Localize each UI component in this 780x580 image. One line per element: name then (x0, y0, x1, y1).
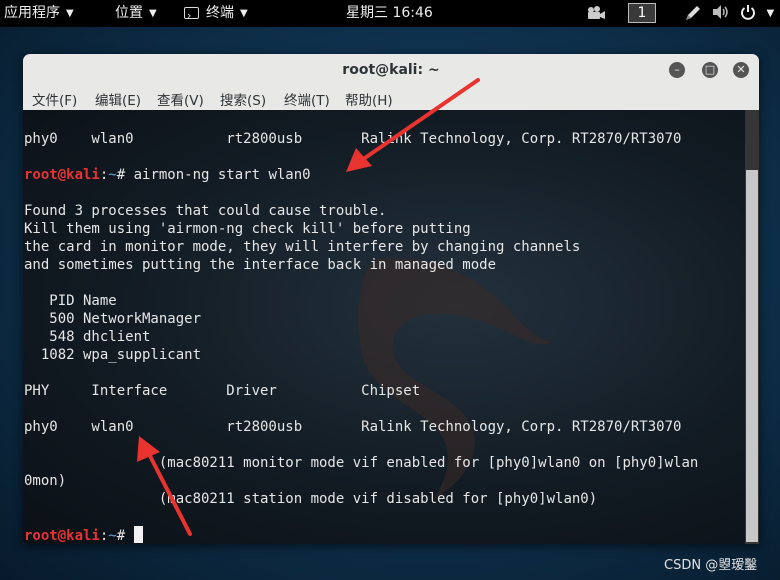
terminal-line: (mac80211 station mode vif disabled for … (24, 491, 598, 507)
prompt-user: root@kali (24, 167, 100, 183)
prompt-user: root@kali (24, 528, 100, 544)
minimize-button[interactable]: – (669, 62, 685, 78)
pen-icon[interactable] (684, 0, 702, 27)
menu-bar: 文件(F) 编辑(E) 查看(V) 搜索(S) 终端(T) 帮助(H) (23, 86, 759, 110)
terminal-window: root@kali: ~ – □ ✕ 文件(F) 编辑(E) 查看(V) 搜索(… (23, 54, 759, 544)
volume-icon[interactable] (712, 0, 730, 27)
terminal-line: the card in monitor mode, they will inte… (24, 239, 581, 255)
menu-view[interactable]: 查看(V) (157, 89, 204, 109)
prompt-path: ~ (108, 167, 117, 183)
current-prompt-line: root@kali:~# (24, 526, 143, 544)
video-camera-icon[interactable] (586, 0, 606, 27)
terminal-line: phy0 wlan0 rt2800usb Ralink Technology, … (24, 131, 682, 147)
workspace-indicator[interactable]: 1 (628, 3, 656, 23)
terminal-line: 1082 wpa_supplicant (24, 347, 202, 363)
terminal-app-menu[interactable]: 终端 ▼ (184, 0, 248, 29)
chevron-down-icon: ▼ (766, 8, 775, 19)
prompt-hash: # (116, 167, 134, 183)
menu-edit[interactable]: 编辑(E) (95, 89, 141, 109)
applications-menu[interactable]: 应用程序 ▼ (4, 0, 74, 27)
terminal-line: (mac80211 monitor mode vif enabled for [… (24, 455, 699, 471)
terminal-output[interactable]: phy0 wlan0 rt2800usb Ralink Technology, … (23, 110, 745, 544)
terminal-app-label: 终端 (206, 5, 234, 21)
title-bar[interactable]: root@kali: ~ – □ ✕ (23, 54, 759, 86)
scrollbar[interactable] (745, 110, 759, 544)
window-title: root@kali: ~ (342, 62, 440, 78)
applications-menu-label: 应用程序 (4, 5, 60, 21)
terminal-line: phy0 wlan0 rt2800usb Ralink Technology, … (24, 419, 682, 435)
top-panel: 应用程序 ▼ 位置 ▼ 终端 ▼ 星期三 16:46 1 ▼ (0, 0, 780, 29)
terminal-line: 0mon) (24, 473, 67, 489)
terminal-line: Found 3 processes that could cause troub… (24, 203, 387, 219)
terminal-line: and sometimes putting the interface back… (24, 257, 497, 273)
prompt-path: ~ (108, 528, 117, 544)
terminal-line: Kill them using 'airmon-ng check kill' b… (24, 221, 471, 237)
close-button[interactable]: ✕ (733, 62, 749, 78)
terminal-line: PID Name (24, 293, 117, 309)
menu-terminal[interactable]: 终端(T) (284, 89, 330, 109)
power-icon[interactable]: ▼ (740, 0, 774, 27)
menu-search[interactable]: 搜索(S) (220, 89, 266, 109)
text-cursor (133, 526, 143, 543)
clock[interactable]: 星期三 16:46 (346, 0, 433, 27)
scrollbar-thumb[interactable] (746, 170, 758, 542)
terminal-icon (184, 2, 199, 29)
prompt-hash: # (116, 528, 134, 544)
command-text: airmon-ng start wlan0 (133, 167, 311, 183)
places-menu-label: 位置 (115, 5, 143, 21)
watermark: CSDN @曌瑷鑿 (664, 558, 758, 573)
menu-help[interactable]: 帮助(H) (345, 89, 393, 109)
chevron-down-icon: ▼ (149, 8, 157, 19)
menu-file[interactable]: 文件(F) (32, 89, 77, 109)
terminal-line: 500 NetworkManager (24, 311, 202, 327)
chevron-down-icon: ▼ (66, 8, 74, 19)
terminal-line: PHY Interface Driver Chipset (24, 383, 421, 399)
chevron-down-icon: ▼ (240, 8, 248, 19)
places-menu[interactable]: 位置 ▼ (115, 0, 157, 27)
maximize-button[interactable]: □ (702, 62, 718, 78)
terminal-line: 548 dhclient (24, 329, 151, 345)
command-line: root@kali:~# airmon-ng start wlan0 (24, 166, 311, 184)
